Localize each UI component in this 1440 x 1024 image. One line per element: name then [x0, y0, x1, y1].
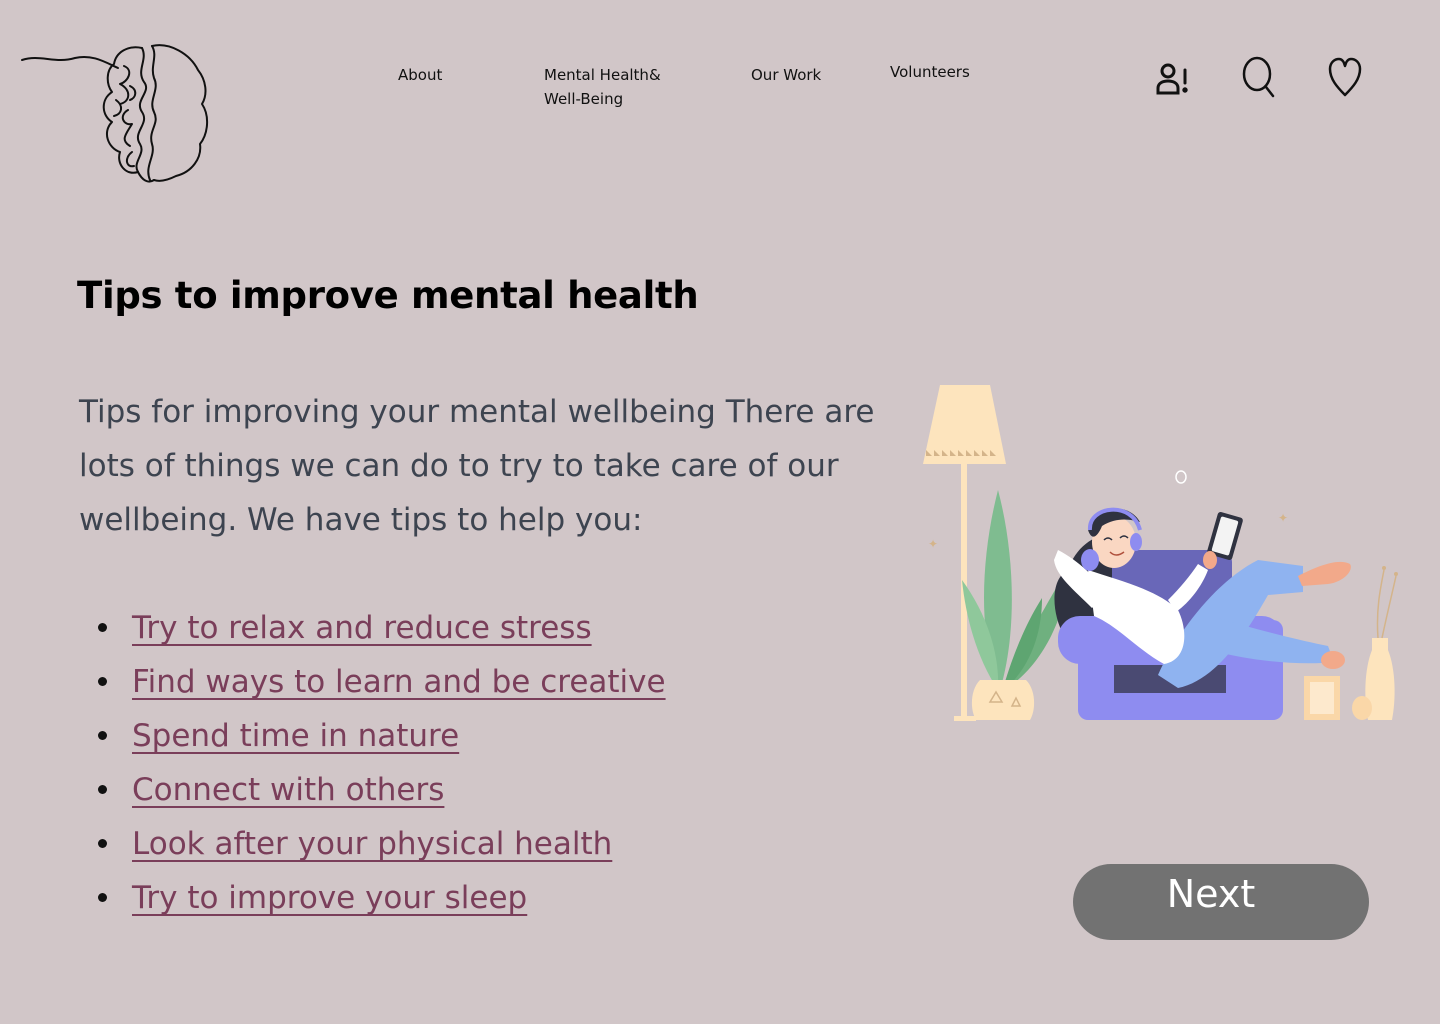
list-item: Look after your physical health	[79, 817, 666, 871]
next-button-label: Next	[1166, 872, 1256, 916]
tip-link-connect[interactable]: Connect with others	[132, 772, 444, 808]
bullet-icon	[98, 785, 107, 794]
page-title: Tips to improve mental health	[77, 274, 699, 317]
woman-relaxing-illustration: ✦ ✦	[918, 380, 1408, 725]
next-button[interactable]: Next	[1073, 864, 1369, 940]
brain-logo-icon[interactable]	[20, 40, 215, 188]
search-icon[interactable]	[1238, 54, 1278, 98]
svg-text:✦: ✦	[1278, 511, 1288, 525]
tip-link-physical[interactable]: Look after your physical health	[132, 826, 612, 862]
svg-text:✦: ✦	[928, 537, 938, 551]
user-alert-icon[interactable]	[1153, 56, 1193, 100]
tip-link-learn[interactable]: Find ways to learn and be creative	[132, 664, 666, 700]
tip-link-sleep[interactable]: Try to improve your sleep	[132, 880, 527, 916]
nav-mental-health[interactable]: Mental Health& Well-Being	[544, 63, 694, 111]
list-item: Try to improve your sleep	[79, 871, 666, 925]
bullet-icon	[98, 893, 107, 902]
tip-link-nature[interactable]: Spend time in nature	[132, 718, 459, 754]
nav-our-work[interactable]: Our Work	[751, 63, 821, 87]
tips-list: Try to relax and reduce stress Find ways…	[79, 601, 666, 925]
bullet-icon	[98, 839, 107, 848]
list-item: Find ways to learn and be creative	[79, 655, 666, 709]
nav-volunteers[interactable]: Volunteers	[890, 60, 970, 84]
list-item: Try to relax and reduce stress	[79, 601, 666, 655]
bullet-icon	[98, 677, 107, 686]
tip-link-relax[interactable]: Try to relax and reduce stress	[132, 610, 592, 646]
bullet-icon	[98, 623, 107, 632]
list-item: Spend time in nature	[79, 709, 666, 763]
bullet-icon	[98, 731, 107, 740]
heart-icon[interactable]	[1325, 55, 1365, 99]
nav-about[interactable]: About	[398, 63, 442, 87]
list-item: Connect with others	[79, 763, 666, 817]
intro-paragraph: Tips for improving your mental wellbeing…	[79, 394, 875, 538]
